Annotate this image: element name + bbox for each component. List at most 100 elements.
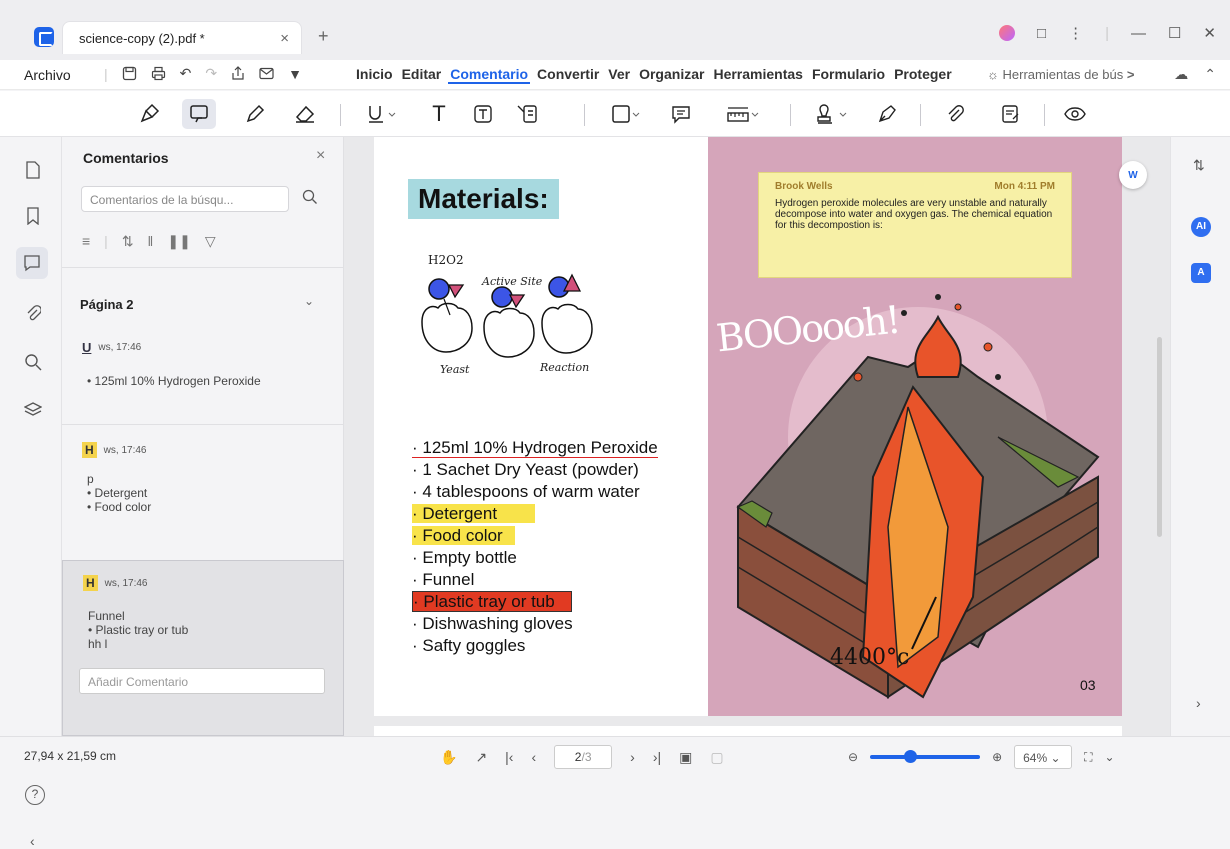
- close-panel-icon[interactable]: ×: [316, 147, 325, 165]
- help-icon[interactable]: ?: [25, 785, 45, 805]
- close-window-button[interactable]: ✕: [1203, 24, 1216, 42]
- list-item: · Detergent: [412, 503, 658, 525]
- vertical-scrollbar[interactable]: [1157, 337, 1162, 537]
- fit-page-icon[interactable]: ▣: [679, 749, 692, 766]
- shape-tool-icon[interactable]: [606, 99, 646, 129]
- comment-list-tool-icon[interactable]: [996, 99, 1026, 129]
- comment-card[interactable]: Hws, 17:46 p • Detergent • Food color: [62, 442, 344, 552]
- more-view-options-icon[interactable]: ⌄: [1105, 750, 1115, 764]
- document-viewer[interactable]: Materials: H2O2 Active Site Yeast Reacti…: [344, 137, 1170, 736]
- comment-card-selected[interactable]: Hws, 17:46 Funnel • Plastic tray or tub …: [62, 560, 344, 736]
- avatar[interactable]: [999, 25, 1015, 41]
- menu-comentario[interactable]: Comentario: [448, 66, 531, 84]
- area-highlight-tool-icon[interactable]: [182, 99, 216, 129]
- more-menu-icon[interactable]: ⋮: [1068, 24, 1083, 42]
- close-tab-icon[interactable]: ×: [280, 30, 289, 47]
- note-tool-icon[interactable]: [666, 99, 696, 129]
- feedback-icon[interactable]: □: [1037, 25, 1046, 42]
- tools-search[interactable]: ☼ Herramientas de bús >: [987, 67, 1134, 82]
- sticky-note-popup[interactable]: Brook Wells Mon 4:11 PM Hydrogen peroxide…: [758, 172, 1072, 278]
- menu-inicio[interactable]: Inicio: [354, 66, 395, 84]
- column-filter-icon[interactable]: ‖: [148, 233, 154, 250]
- fit-width-icon[interactable]: ▢: [710, 749, 723, 766]
- show-comments-eye-icon[interactable]: [1060, 99, 1090, 129]
- hand-tool-icon[interactable]: ✋: [440, 749, 457, 766]
- sort-icon[interactable]: ⇅: [122, 233, 134, 250]
- menu-editar[interactable]: Editar: [400, 66, 444, 84]
- menu-organizar[interactable]: Organizar: [637, 66, 706, 84]
- first-page-icon[interactable]: |‹: [505, 749, 513, 765]
- maximize-button[interactable]: ☐: [1168, 24, 1181, 42]
- eraser-tool-icon[interactable]: [290, 99, 320, 129]
- menu-archivo[interactable]: Archivo: [24, 67, 71, 83]
- menu-proteger[interactable]: Proteger: [892, 66, 954, 84]
- window-controls: □ ⋮ | — ☐ ✕: [999, 24, 1216, 42]
- zoom-in-icon[interactable]: ⊕: [992, 750, 1002, 764]
- measure-tool-icon[interactable]: [722, 99, 764, 129]
- zoom-slider[interactable]: [870, 750, 981, 763]
- menu-formulario[interactable]: Formulario: [810, 66, 887, 84]
- redo-icon[interactable]: ↷: [205, 65, 217, 82]
- pencil-tool-icon[interactable]: [240, 99, 270, 129]
- comment-search-input[interactable]: Comentarios de la búsqu...: [81, 186, 289, 212]
- next-page-icon[interactable]: ›: [630, 749, 635, 765]
- bookmark-icon[interactable]: [22, 205, 44, 227]
- stamp-tool-icon[interactable]: [812, 99, 854, 129]
- status-filter-icon[interactable]: ❚❚: [167, 233, 190, 250]
- undo-icon[interactable]: ↶: [180, 65, 192, 82]
- attachments-icon[interactable]: [22, 303, 44, 325]
- text-tool-icon[interactable]: T: [424, 99, 454, 129]
- note-time: Mon 4:11 PM: [994, 181, 1055, 192]
- area-highlighted-text[interactable]: · Plastic tray or tub: [412, 591, 572, 612]
- share-icon[interactable]: [231, 66, 245, 81]
- textbox-tool-icon[interactable]: [468, 99, 498, 129]
- properties-icon[interactable]: ⇅: [1193, 157, 1205, 174]
- menu-herramientas[interactable]: Herramientas: [711, 66, 805, 84]
- save-icon[interactable]: [122, 66, 137, 81]
- fullscreen-icon[interactable]: ⛶: [1084, 750, 1092, 765]
- collapse-panel-chevron-icon[interactable]: ‹: [30, 833, 35, 849]
- expand-all-icon[interactable]: ≡: [82, 233, 90, 250]
- pdf-page[interactable]: Materials: H2O2 Active Site Yeast Reacti…: [374, 137, 1122, 716]
- comment-card[interactable]: Uws, 17:46 • 125ml 10% Hydrogen Peroxide: [62, 340, 344, 422]
- search-icon[interactable]: [302, 189, 318, 205]
- page-thumbnails-icon[interactable]: [22, 159, 44, 181]
- zoom-level-select[interactable]: 64% ⌄: [1014, 745, 1073, 769]
- underlined-text[interactable]: · 125ml 10% Hydrogen Peroxide: [412, 438, 658, 458]
- comments-panel-icon[interactable]: [16, 247, 48, 279]
- search-icon[interactable]: [22, 351, 44, 373]
- translate-icon[interactable]: A: [1191, 263, 1211, 283]
- new-tab-button[interactable]: +: [318, 26, 329, 47]
- last-page-icon[interactable]: ›|: [653, 749, 661, 765]
- cloud-icon[interactable]: ☁: [1174, 66, 1188, 83]
- chevron-down-icon[interactable]: ⌄: [304, 294, 314, 308]
- filter-icon[interactable]: ▽: [205, 233, 216, 250]
- document-tab[interactable]: science-copy (2).pdf * ×: [62, 21, 302, 54]
- signature-tool-icon[interactable]: [872, 99, 902, 129]
- underline-tool-icon[interactable]: [362, 99, 402, 129]
- highlighted-text[interactable]: · Food color: [412, 526, 515, 545]
- ai-assistant-icon[interactable]: AI: [1191, 217, 1211, 237]
- select-tool-icon[interactable]: ↗: [475, 749, 487, 766]
- previous-page-icon[interactable]: ‹: [531, 749, 536, 765]
- zoom-out-icon[interactable]: ⊖: [848, 750, 858, 764]
- title-bar: science-copy (2).pdf * × + □ ⋮ | — ☐ ✕: [0, 0, 1230, 60]
- convert-word-floating-icon[interactable]: W: [1119, 161, 1147, 189]
- menu-ver[interactable]: Ver: [606, 66, 632, 84]
- list-item: · Funnel: [412, 570, 475, 589]
- highlight-tool-icon[interactable]: [134, 99, 164, 129]
- callout-tool-icon[interactable]: [512, 99, 542, 129]
- highlighted-text[interactable]: · Detergent: [412, 504, 536, 523]
- expand-panel-chevron-icon[interactable]: ›: [1196, 695, 1201, 711]
- page-number-input[interactable]: 2/3: [554, 745, 613, 769]
- add-comment-input[interactable]: Añadir Comentario: [79, 668, 325, 694]
- collapse-ribbon-icon[interactable]: ⌃: [1204, 66, 1216, 83]
- layers-icon[interactable]: [22, 399, 44, 421]
- email-icon[interactable]: [259, 67, 274, 80]
- minimize-button[interactable]: —: [1131, 25, 1146, 42]
- attachment-tool-icon[interactable]: [940, 99, 970, 129]
- customize-dropdown-icon[interactable]: ▼: [288, 66, 302, 82]
- menu-convertir[interactable]: Convertir: [535, 66, 601, 84]
- print-icon[interactable]: [151, 66, 166, 81]
- next-pdf-page[interactable]: [374, 726, 1122, 736]
